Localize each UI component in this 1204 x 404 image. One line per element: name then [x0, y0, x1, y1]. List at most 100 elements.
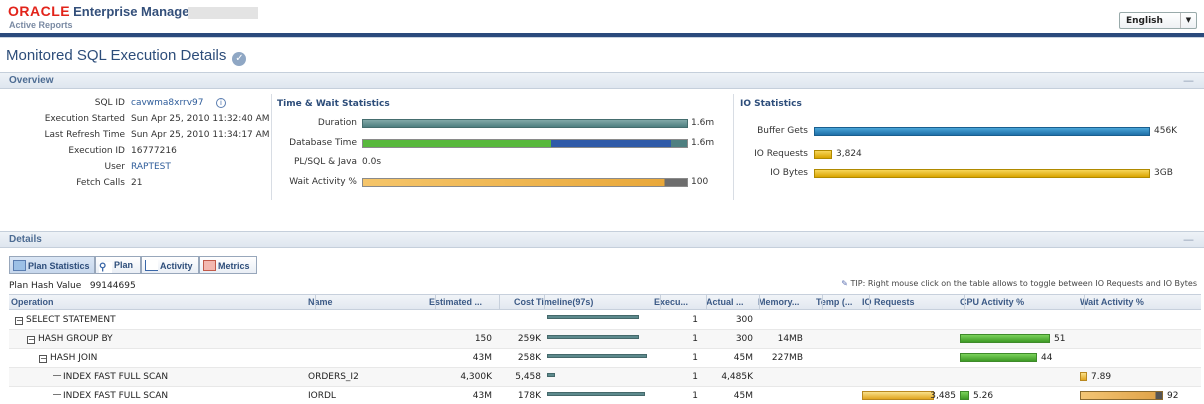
time-wait-label: Duration [317, 118, 357, 128]
tab-activity[interactable]: Activity [141, 256, 199, 274]
operation-text: SELECT STATEMENT [26, 315, 116, 325]
overview-label: Execution Started [44, 114, 125, 124]
col-actual[interactable]: Actual ... [706, 297, 756, 307]
col-name[interactable]: Name [308, 297, 418, 307]
io-value: 456K [1154, 126, 1178, 136]
overview-value[interactable]: cavwma8xrrv97 [131, 98, 204, 108]
column-divider[interactable] [499, 294, 500, 310]
column-divider[interactable] [315, 294, 316, 310]
column-divider[interactable] [869, 294, 870, 310]
plan-hash-number: 99144695 [89, 281, 136, 291]
product-name: Enterprise Manager [73, 4, 195, 19]
cpu-activity-value: 51 [1054, 334, 1066, 344]
table-row[interactable]: − SELECT STATEMENT 1 300 [9, 311, 1201, 330]
overview-label: Last Refresh Time [44, 130, 125, 140]
operation-text: HASH JOIN [50, 353, 98, 363]
collapse-toggle-icon[interactable]: − [39, 355, 47, 363]
tip-icon: ✎ [841, 279, 848, 288]
page-title-text: Monitored SQL Execution Details [6, 47, 227, 64]
memory-cell: 14MB [777, 334, 803, 344]
overview-label: User [104, 162, 125, 172]
timeline-bar [547, 373, 555, 377]
table-row[interactable]: − HASH JOIN 43M 258K 1 45M 227MB 44 [9, 349, 1201, 368]
name-cell: ORDERS_I2 [308, 372, 359, 382]
collapse-toggle-icon[interactable]: − [27, 336, 35, 344]
table-header: Operation Name Estimated ... Cost Timeli… [9, 294, 1201, 310]
tip-text: ✎ TIP: Right mouse click on the table al… [841, 279, 1197, 288]
timeline-bar [547, 335, 639, 339]
col-wait-activity[interactable]: Wait Activity % [1080, 297, 1198, 307]
column-divider[interactable] [759, 294, 760, 310]
collapse-icon[interactable]: — [1183, 74, 1194, 87]
col-timeline[interactable]: Timeline(97s) [536, 297, 646, 307]
column-divider[interactable] [964, 294, 965, 310]
execs-cell: 1 [692, 391, 698, 401]
col-io-requests[interactable]: IO Requests [862, 297, 952, 307]
overview-label: Execution ID [68, 146, 125, 156]
column-divider[interactable] [822, 294, 823, 310]
name-cell: IORDL [308, 391, 336, 401]
divider [733, 94, 734, 200]
io-label: IO Bytes [770, 168, 808, 178]
collapse-icon[interactable]: — [1183, 233, 1194, 246]
language-select[interactable]: English ▼ [1119, 12, 1197, 29]
io-requests-value: 3,485 [930, 391, 956, 401]
tab-label: Plan Statistics [28, 261, 90, 271]
time-wait-value: 100 [691, 177, 709, 187]
wait-activity-value: 92 [1167, 391, 1179, 401]
timeline-bar [547, 392, 645, 396]
tab-plan-statistics[interactable]: Plan Statistics [9, 256, 95, 274]
overview-value[interactable]: RAPTEST [131, 162, 171, 172]
operation-cell: INDEX FAST FULL SCAN [53, 372, 168, 382]
column-divider[interactable] [1084, 294, 1085, 310]
tab-plan[interactable]: ⚲ Plan [95, 256, 141, 274]
cost-cell: 258K [517, 353, 541, 363]
operation-cell: INDEX FAST FULL SCAN [53, 391, 168, 401]
col-cpu-activity[interactable]: CPU Activity % [960, 297, 1070, 307]
column-divider[interactable] [544, 294, 545, 310]
details-title: Details [9, 234, 42, 245]
timeline-bar [547, 315, 639, 319]
cpu-activity-bar [960, 334, 1050, 343]
collapse-toggle-icon[interactable]: − [15, 317, 23, 325]
column-divider[interactable] [660, 294, 661, 310]
io-bar [814, 169, 1150, 178]
brand-name: ORACLE [8, 3, 71, 19]
actual-cell: 300 [735, 315, 753, 325]
details-section-header[interactable]: Details — [0, 231, 1204, 248]
top-bar: ORACLE Enterprise Manager Active Reports … [0, 0, 1204, 36]
info-icon[interactable]: i [216, 98, 226, 108]
overview-section-header[interactable]: Overview — [0, 72, 1204, 89]
column-divider[interactable] [435, 294, 436, 310]
time-wait-label: Wait Activity % [289, 177, 357, 187]
overview-value: Sun Apr 25, 2010 11:32:40 AM [131, 114, 270, 124]
cpu-activity-bar [960, 391, 969, 400]
memory-cell: 227MB [771, 353, 803, 363]
cost-cell: 178K [517, 391, 541, 401]
time-wait-label: Database Time [289, 138, 357, 148]
operation-cell: − HASH JOIN [39, 353, 97, 363]
col-operation[interactable]: Operation [11, 297, 301, 307]
overview-value: 16777216 [131, 146, 177, 156]
actual-cell: 45M [733, 353, 753, 363]
io-label: IO Requests [754, 149, 808, 159]
table-row[interactable]: − HASH GROUP BY 150 259K 1 300 14MB 51 [9, 330, 1201, 349]
time-wait-bar [362, 119, 688, 128]
time-wait-label: PL/SQL & Java [293, 157, 357, 167]
language-value: English [1126, 16, 1163, 26]
col-memory[interactable]: Memory... [758, 297, 810, 307]
divider [271, 94, 272, 200]
line-chart-icon [145, 260, 158, 271]
overview-title: Overview [9, 75, 54, 86]
column-divider[interactable] [706, 294, 707, 310]
estimated-cell: 4,300K [460, 372, 492, 382]
execs-cell: 1 [692, 372, 698, 382]
table-row[interactable]: INDEX FAST FULL SCAN IORDL 43M 178K 1 45M 3,48… [9, 387, 1201, 404]
dropdown-arrow-icon[interactable]: ▼ [1180, 13, 1196, 28]
io-value: 3,824 [836, 149, 862, 159]
col-estimated[interactable]: Estimated ... [429, 297, 487, 307]
col-cost[interactable]: Cost [514, 297, 536, 307]
wait-activity-bar [1080, 391, 1163, 400]
tab-metrics[interactable]: Metrics [199, 256, 257, 274]
table-row[interactable]: INDEX FAST FULL SCAN ORDERS_I2 4,300K 5,458… [9, 368, 1201, 387]
